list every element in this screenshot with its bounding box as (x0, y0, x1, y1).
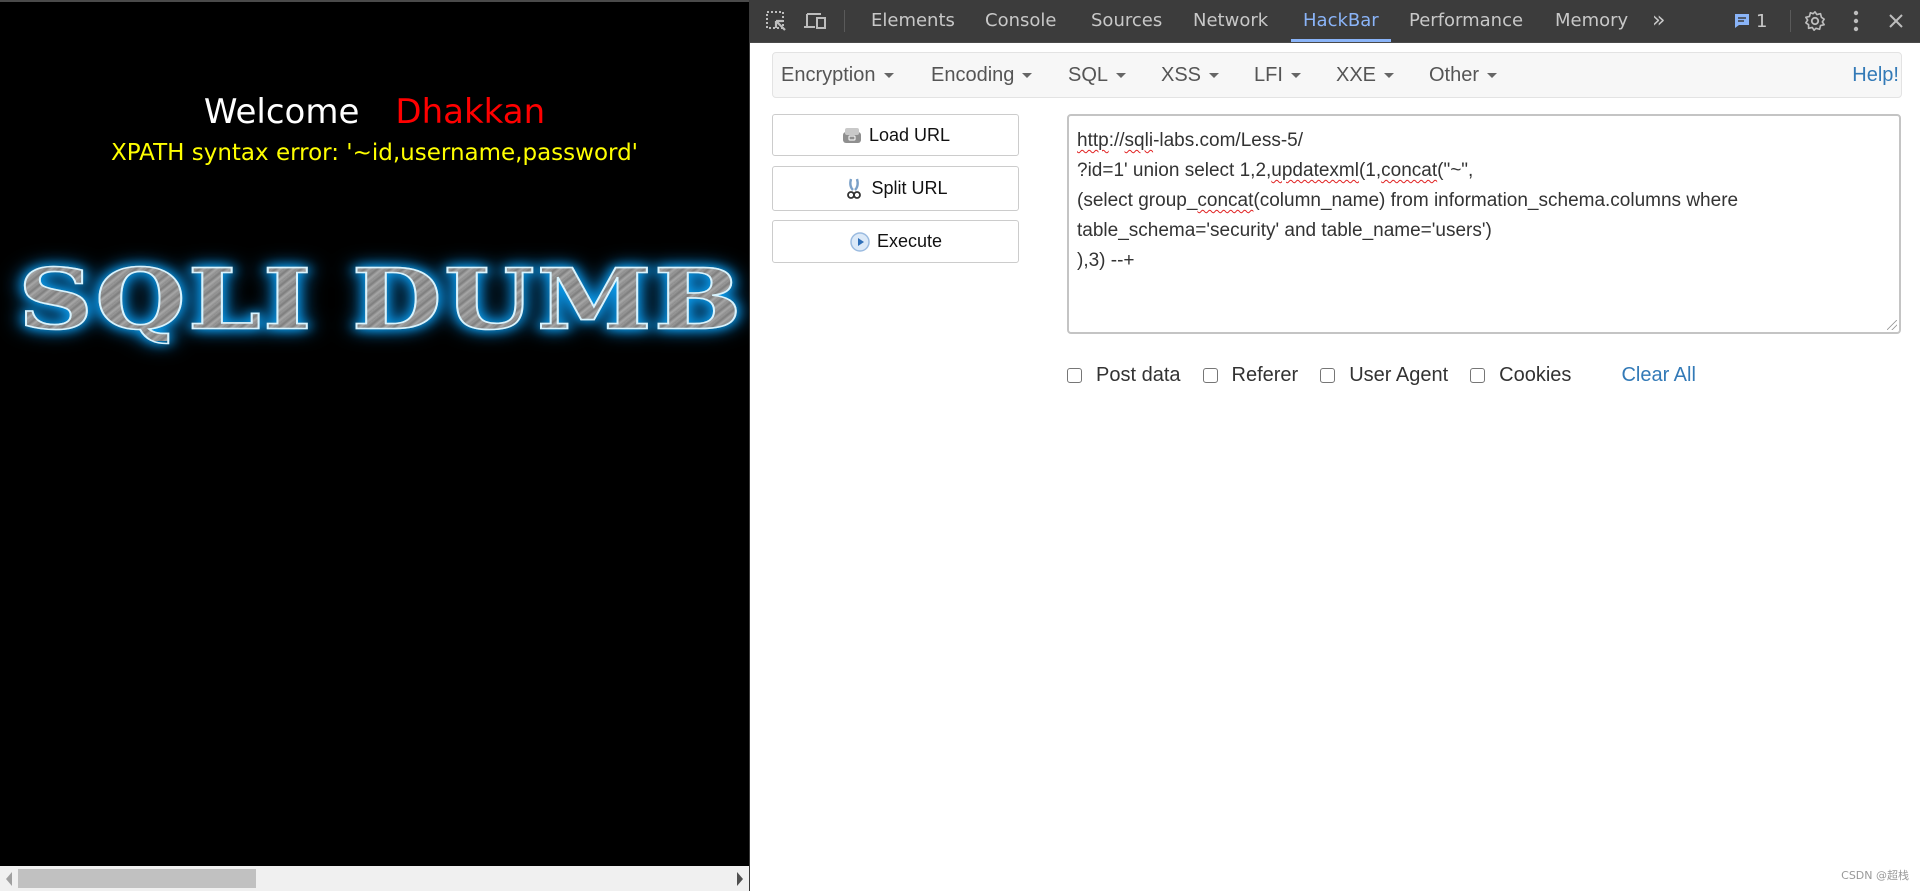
menu-label: Encoding (931, 64, 1015, 86)
welcome-label: Welcome (203, 92, 360, 132)
url-text: table_schema='security' and table_name='… (1077, 220, 1492, 241)
request-options: Post data Referer User Agent Cookies Cle… (1067, 362, 1696, 388)
more-tabs-icon[interactable]: » (1652, 0, 1665, 42)
help-link[interactable]: Help! (1852, 53, 1899, 97)
menu-other[interactable]: Other (1429, 53, 1498, 97)
menu-sql[interactable]: SQL (1068, 53, 1127, 97)
devtools-panel: Elements Console Sources Network HackBar… (749, 0, 1920, 891)
spellcheck-flagged-word: http (1077, 130, 1109, 151)
spellcheck-flagged-word: updatexml (1271, 160, 1359, 181)
device-toolbar-icon[interactable] (802, 0, 830, 42)
menu-encoding[interactable]: Encoding (931, 53, 1033, 97)
referer-checkbox[interactable] (1202, 367, 1218, 383)
menu-label: SQL (1068, 64, 1109, 86)
load-url-label: Load URL (868, 124, 951, 145)
cookies-checkbox[interactable] (1470, 367, 1486, 383)
option-label: Cookies (1499, 363, 1572, 386)
load-url-button[interactable]: Load URL (772, 114, 1019, 156)
welcome-message: Welcome Dhakkan (0, 92, 749, 132)
url-text: ),3) --+ (1077, 250, 1135, 271)
menu-lfi[interactable]: LFI (1254, 53, 1301, 97)
post-data-checkbox[interactable] (1067, 367, 1082, 383)
horizontal-scrollbar[interactable] (0, 866, 749, 891)
page-content: Welcome Dhakkan XPATH syntax error: '~id,… (0, 0, 749, 860)
inspect-element-icon[interactable] (762, 0, 790, 42)
url-line: ?id=1' union select 1,2,updatexml(1,conc… (1077, 156, 1891, 186)
execute-button[interactable]: Execute (772, 220, 1019, 263)
caret-down-icon (1487, 73, 1498, 79)
play-icon (850, 231, 870, 252)
url-text: ("~", (1437, 160, 1474, 181)
post-data-option[interactable]: Post data (1067, 364, 1181, 387)
url-text: :// (1108, 130, 1125, 151)
url-line: http://sqli-labs.com/Less-5/ (1077, 126, 1891, 156)
sqli-dumb-logo: SQLI DUMB SERIES (17, 257, 749, 342)
tab-console[interactable]: Console (985, 0, 1056, 42)
url-text: -labs.com/Less-5/ (1153, 130, 1304, 151)
toolbar-separator (1790, 10, 1791, 32)
cookies-option[interactable]: Cookies (1470, 364, 1571, 387)
settings-gear-icon[interactable] (1800, 0, 1830, 42)
hackbar-menu-bar: Encryption Encoding SQL XSS LFI XXE Othe… (772, 52, 1902, 98)
caret-down-icon (1290, 73, 1301, 79)
menu-label: Other (1429, 64, 1480, 86)
issues-count: 1 (1756, 10, 1768, 32)
url-text: ?id=1' union select 1,2, (1077, 160, 1272, 181)
tab-elements[interactable]: Elements (871, 0, 955, 42)
menu-encryption[interactable]: Encryption (781, 53, 894, 97)
url-line: ),3) --+ (1077, 246, 1891, 276)
menu-xss[interactable]: XSS (1161, 53, 1220, 97)
url-line: (select group_concat(column_name) from i… (1077, 186, 1891, 216)
tab-hackbar[interactable]: HackBar (1291, 0, 1391, 42)
scrollbar-thumb[interactable] (18, 869, 256, 888)
split-url-button[interactable]: Split URL (772, 166, 1019, 211)
option-label: User Agent (1349, 363, 1449, 386)
tab-sources[interactable]: Sources (1091, 0, 1162, 42)
toolbar-separator (844, 10, 845, 32)
clear-all-link[interactable]: Clear All (1621, 364, 1695, 387)
menu-label: LFI (1254, 64, 1283, 86)
user-name: Dhakkan (395, 92, 546, 132)
caret-down-icon (1209, 73, 1220, 79)
caret-down-icon (1384, 73, 1395, 79)
xpath-error-message: XPATH syntax error: '~id,username,passwo… (110, 140, 638, 166)
tab-performance[interactable]: Performance (1409, 0, 1523, 42)
devtools-toolbar: Elements Console Sources Network HackBar… (750, 0, 1920, 43)
split-url-label: Split URL (871, 178, 948, 198)
menu-label: Encryption (781, 64, 876, 86)
caret-down-icon (1022, 73, 1033, 79)
menu-label: XSS (1161, 64, 1202, 86)
issues-badge[interactable]: 1 (1734, 0, 1767, 42)
spellcheck-flagged-word: concat (1381, 160, 1438, 181)
scroll-left-arrow-icon[interactable] (6, 872, 12, 886)
scroll-right-arrow-icon[interactable] (737, 872, 743, 886)
close-icon[interactable] (1884, 0, 1908, 42)
url-text: (1, (1358, 160, 1382, 181)
scissors-icon (847, 178, 862, 199)
resize-handle[interactable] (1887, 320, 1897, 330)
referer-option[interactable]: Referer (1202, 363, 1299, 387)
url-line: table_schema='security' and table_name='… (1077, 216, 1891, 246)
menu-label: XXE (1336, 64, 1377, 86)
spellcheck-flagged-word: sqli (1124, 130, 1154, 151)
tab-memory[interactable]: Memory (1555, 0, 1628, 42)
caret-down-icon (883, 73, 894, 79)
user-agent-checkbox[interactable] (1320, 367, 1336, 383)
issues-icon (1735, 14, 1749, 28)
option-label: Referer (1231, 363, 1299, 386)
load-url-icon (842, 128, 861, 143)
url-textarea[interactable]: http://sqli-labs.com/Less-5/?id=1' union… (1067, 114, 1901, 334)
tab-network[interactable]: Network (1193, 0, 1268, 42)
url-text: (column_name) from information_schema.co… (1253, 190, 1739, 211)
url-text: (select group_ (1077, 190, 1198, 211)
watermark: CSDN @超栈 (1841, 869, 1909, 882)
execute-label: Execute (876, 231, 943, 251)
user-agent-option[interactable]: User Agent (1320, 364, 1448, 387)
page-viewport: Welcome Dhakkan XPATH syntax error: '~id,… (0, 0, 749, 891)
caret-down-icon (1116, 73, 1127, 79)
menu-xxe[interactable]: XXE (1336, 53, 1395, 97)
kebab-menu-icon[interactable] (1844, 0, 1868, 42)
option-label: Post data (1096, 363, 1181, 386)
spellcheck-flagged-word: concat (1197, 190, 1254, 211)
